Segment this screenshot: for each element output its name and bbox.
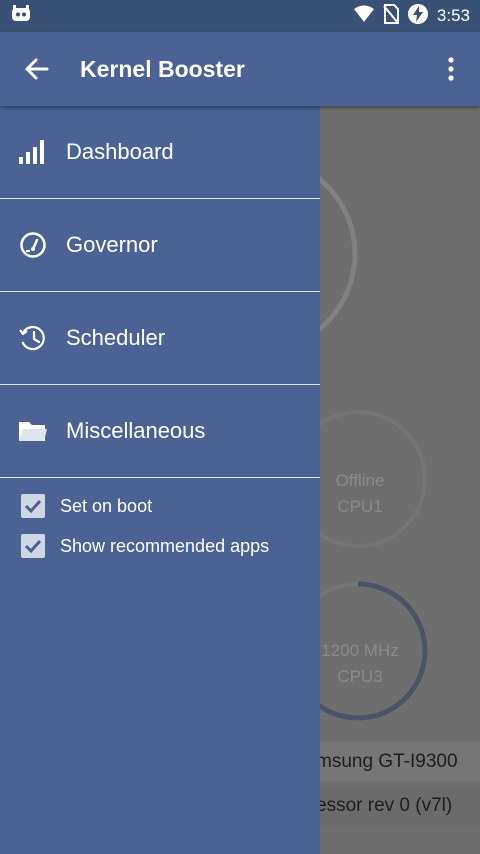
drawer-item-dashboard[interactable]: Dashboard (0, 106, 320, 199)
clock-history-icon (18, 323, 48, 353)
cpu3-value: 1200 MHz (321, 641, 399, 660)
set-on-boot-label: Set on boot (60, 495, 153, 516)
signal-bars-icon (18, 137, 48, 167)
wifi-icon (353, 5, 375, 28)
app-toolbar: Kernel Booster (0, 32, 480, 106)
app-notification-icon (10, 3, 32, 30)
drawer-item-label: Miscellaneous (66, 418, 206, 443)
show-recommended-apps-checkbox[interactable] (21, 534, 45, 558)
cpu1-name: CPU1 (337, 497, 383, 516)
drawer-item-governor[interactable]: Governor (0, 199, 320, 292)
drawer-item-label: Scheduler (66, 325, 166, 350)
cpu1-value: Offline (335, 471, 385, 490)
processor-info: essor rev 0 (v7l) (316, 795, 453, 816)
device-model: msung GT-I9300 (316, 751, 458, 772)
back-button[interactable] (0, 32, 72, 106)
check-icon (24, 499, 42, 514)
cpu1-label: Offline CPU1 (318, 468, 402, 520)
battery-charging-icon (407, 3, 429, 30)
status-bar: 3:53 (0, 0, 480, 32)
gauge-icon (18, 230, 48, 260)
drawer-item-miscellaneous[interactable]: Miscellaneous (0, 385, 320, 478)
arrow-left-icon (25, 58, 49, 80)
check-icon (24, 539, 42, 554)
drawer-item-scheduler[interactable]: Scheduler (0, 292, 320, 385)
page-title: Kernel Booster (80, 55, 245, 82)
status-time: 3:53 (436, 6, 470, 25)
more-vertical-icon (448, 57, 454, 81)
navigation-drawer: Dashboard Governor Scheduler Miscellaneo… (0, 106, 320, 854)
set-on-boot-checkbox[interactable] (21, 494, 45, 518)
drawer-item-label: Governor (66, 232, 158, 257)
cpu3-name: CPU3 (337, 667, 383, 686)
show-recommended-apps-label: Show recommended apps (60, 535, 270, 556)
show-recommended-apps-option[interactable]: Show recommended apps (0, 526, 320, 566)
drawer-item-label: Dashboard (66, 139, 174, 164)
cpu3-label: 1200 MHz CPU3 (314, 638, 406, 690)
folder-icon (18, 416, 48, 446)
no-sim-icon (383, 3, 399, 29)
overflow-menu-button[interactable] (422, 32, 480, 106)
set-on-boot-option[interactable]: Set on boot (0, 486, 320, 526)
